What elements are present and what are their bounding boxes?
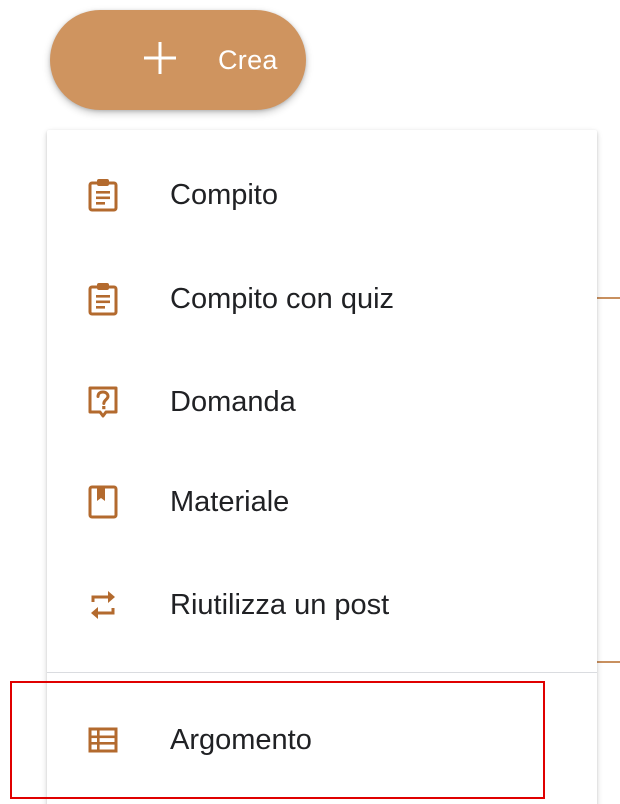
background-divider: [594, 661, 620, 663]
plus-icon: [144, 42, 176, 74]
quiz-assignment-icon: [88, 283, 118, 316]
menu-item-question[interactable]: Domanda: [47, 350, 597, 454]
menu-item-label: Domanda: [170, 385, 296, 418]
menu-item-label: Riutilizza un post: [170, 588, 390, 621]
assignment-icon: [88, 179, 118, 212]
create-button-label: Crea: [218, 44, 278, 75]
menu-item-reuse-post[interactable]: Riutilizza un post: [47, 553, 597, 657]
page: Crea Compito Compito con quiz Domanda Ma…: [0, 0, 620, 804]
menu-item-quiz-assignment[interactable]: Compito con quiz: [47, 247, 597, 351]
menu-item-assignment[interactable]: Compito: [47, 143, 597, 247]
menu-item-label: Materiale: [170, 485, 290, 518]
menu-item-material[interactable]: Materiale: [47, 450, 597, 554]
create-button[interactable]: Crea: [50, 10, 306, 110]
menu-divider: [47, 672, 597, 673]
background-divider: [594, 297, 620, 299]
menu-item-label: Compito: [170, 178, 278, 211]
reuse-icon: [91, 591, 115, 619]
question-icon: [88, 386, 118, 418]
menu-item-label: Compito con quiz: [170, 282, 395, 315]
highlight-box: [10, 681, 545, 799]
material-icon: [88, 485, 118, 519]
